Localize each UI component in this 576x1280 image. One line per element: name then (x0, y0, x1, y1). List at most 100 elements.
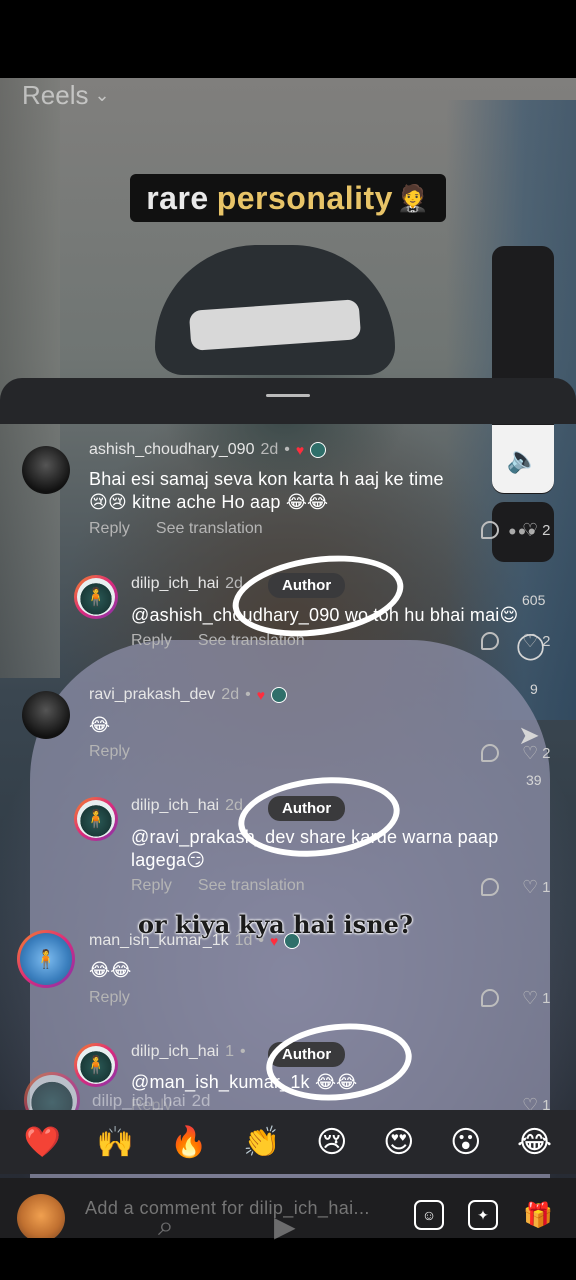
author-mini-avatar (284, 933, 301, 949)
avatar[interactable]: 🧍 (74, 575, 118, 619)
comment-text: 😂 (89, 715, 111, 735)
emoji-crying[interactable]: 😢 (316, 1125, 347, 1160)
separator-dot: • (245, 686, 251, 703)
author-mini-avatar (271, 687, 288, 703)
comment-text-line: Bhai esi samaj seva kon karta h aaj ke t… (89, 469, 444, 489)
username-text: man_ish_kumar_1k (89, 932, 229, 949)
reel-author-name[interactable]: dilip_ich_hai 2d (92, 1091, 211, 1111)
reels-title: Reels (22, 80, 89, 110)
username-text: dilip_ich_hai (131, 797, 220, 814)
gif-image-icon[interactable]: ✦ (468, 1200, 498, 1230)
reply-icon[interactable] (481, 744, 499, 762)
emoji-laughing[interactable]: 😂 (517, 1125, 552, 1160)
comment-actions: Reply (89, 743, 130, 761)
caption-word-2: personality (216, 179, 393, 216)
avatar[interactable] (22, 691, 70, 739)
comment-age: 1d (234, 932, 253, 949)
heart-icon: ♥ (295, 442, 305, 458)
author-mini-avatar (310, 442, 327, 458)
emoji-heart[interactable]: ❤️ (24, 1125, 61, 1160)
username-text: dilip_ich_hai (131, 575, 220, 592)
emoji-heart-eyes[interactable]: 😍 (383, 1125, 414, 1160)
reels-icon[interactable]: ▶ (274, 1210, 296, 1243)
reply-icon[interactable] (481, 878, 499, 896)
comment-age: 2d (221, 686, 240, 703)
emoji-clap[interactable]: 👏 (243, 1125, 280, 1160)
caption-word-1: rare (146, 179, 209, 216)
username-text: dilip_ich_hai (131, 1043, 220, 1060)
gift-icon[interactable]: 🎁 (522, 1200, 554, 1230)
like-button[interactable]: ♡ 1 (522, 988, 550, 1009)
heart-icon: ♥ (256, 687, 266, 703)
speaker-icon: 🔈 (506, 443, 540, 474)
person-icon: 🧍 (34, 948, 58, 969)
heart-outline-icon: ♡ (522, 988, 539, 1008)
search-icon[interactable]: ⌕ (158, 1210, 174, 1243)
like-count: 1 (542, 990, 551, 1007)
like-count: 2 (542, 745, 551, 762)
comment-username[interactable]: dilip_ich_hai 2d (131, 797, 243, 815)
reply-button[interactable]: Reply (89, 743, 130, 761)
emoji-surprised[interactable]: 😮 (450, 1125, 481, 1160)
shares-count: 39 (526, 772, 542, 788)
reels-header[interactable]: Reels ⌄ (22, 80, 110, 111)
avatar[interactable]: 🧍 (74, 1043, 118, 1087)
like-button[interactable]: ♡ 2 (522, 520, 550, 541)
caption-emoji: 🤵 (396, 182, 430, 213)
comment-actions: Reply See translation (89, 520, 263, 538)
separator-dot: • (284, 441, 290, 458)
reel-author-age: 2d (191, 1091, 211, 1110)
reply-button[interactable]: Reply (131, 632, 172, 650)
reply-icon[interactable] (481, 632, 499, 650)
separator-dot: • (239, 1043, 246, 1060)
comment-text: 😂😂 (89, 960, 132, 980)
comment-age: 2d (260, 441, 279, 458)
reply-icon[interactable] (481, 521, 499, 539)
separator-dot: • (258, 932, 265, 949)
emoji-fire[interactable]: 🔥 (170, 1125, 207, 1160)
username-text: ravi_prakash_dev (89, 686, 216, 703)
comment-actions: Reply See translation (131, 877, 305, 895)
comment-bubble-icon[interactable]: ◯ (516, 630, 545, 661)
sheet-drag-handle[interactable] (266, 394, 310, 397)
comments-sheet-header[interactable] (0, 378, 576, 424)
reel-author-name-text: dilip_ich_hai (92, 1091, 186, 1110)
heart-outline-icon: ♡ (522, 877, 539, 897)
comment-username[interactable]: dilip_ich_hai 1 • (131, 1043, 246, 1061)
username-text: ashish_choudhary_090 (89, 441, 255, 458)
comments-count: 9 (530, 681, 538, 697)
person-icon: 🧍 (84, 1054, 108, 1075)
share-icon[interactable]: ➤ (518, 720, 540, 751)
comment-username[interactable]: dilip_ich_hai 2d (131, 575, 243, 593)
reply-icon[interactable] (481, 989, 499, 1007)
emoji-raised-hands[interactable]: 🙌 (97, 1125, 134, 1160)
person-icon: 🧍 (84, 586, 108, 607)
bottom-navigation (0, 1238, 576, 1280)
quick-emoji-bar: ❤️ 🙌 🔥 👏 😢 😍 😮 😂 (0, 1110, 576, 1174)
reply-button[interactable]: Reply (131, 877, 172, 895)
video-caption-banner: rare personality 🤵 (130, 174, 446, 222)
comment-username[interactable]: ravi_prakash_dev 2d • ♥ (89, 686, 288, 704)
comment-age: 1 (225, 1043, 234, 1060)
avatar[interactable]: 🧍 (74, 797, 118, 841)
reply-button[interactable]: Reply (89, 520, 130, 538)
see-translation-button[interactable]: See translation (198, 877, 305, 895)
likes-count: 605 (522, 592, 546, 608)
current-user-avatar (17, 1194, 65, 1242)
comment-text: Bhai esi samaj seva kon karta h aaj ke t… (89, 468, 444, 514)
comment-username[interactable]: ashish_choudhary_090 2d • ♥ (89, 441, 327, 459)
avatar[interactable]: 🧍 (17, 930, 75, 988)
like-count: 2 (542, 522, 551, 539)
like-count: 1 (542, 879, 551, 896)
chevron-down-icon: ⌄ (94, 85, 110, 105)
avatar[interactable] (22, 446, 70, 494)
comment-username[interactable]: man_ish_kumar_1k 1d • ♥ (89, 932, 301, 950)
volume-button[interactable]: 🔈 (492, 425, 554, 493)
see-translation-button[interactable]: See translation (156, 520, 263, 538)
comment-input[interactable] (85, 1196, 405, 1220)
person-icon: 🧍 (84, 808, 108, 829)
like-button[interactable]: ♡ 1 (522, 877, 550, 898)
reply-button[interactable]: Reply (89, 989, 130, 1007)
sticker-icon[interactable]: ☺ (414, 1200, 444, 1230)
comment-actions: Reply (89, 989, 130, 1007)
